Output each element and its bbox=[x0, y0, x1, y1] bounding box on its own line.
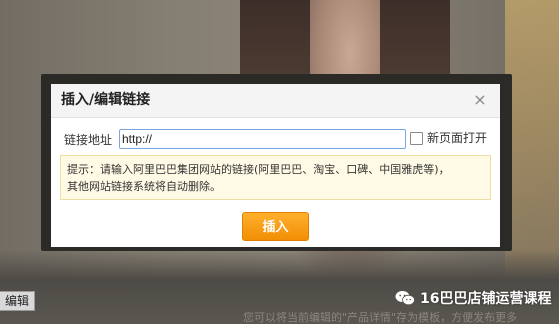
edit-button[interactable]: 编辑 bbox=[0, 291, 35, 311]
insert-link-dialog: 插入/编辑链接 × 链接地址 新页面打开 提示：请输入阿里巴巴集团网站的链接(阿… bbox=[51, 84, 500, 247]
wechat-icon bbox=[395, 290, 415, 306]
link-url-input[interactable] bbox=[119, 129, 406, 149]
tip-text-line: 提示：请输入阿里巴巴集团网站的链接(阿里巴巴、淘宝、口碑、中国雅虎等)， bbox=[67, 163, 450, 176]
watermark-text: 16巴巴店铺运营课程 bbox=[420, 291, 552, 307]
tip-box: 提示：请输入阿里巴巴集团网站的链接(阿里巴巴、淘宝、口碑、中国雅虎等)， 其他网… bbox=[60, 155, 491, 200]
template-hint-text: 您可以将当前编辑的"产品详情"存为模板，方便发布更多 bbox=[243, 311, 518, 324]
watermark: 16巴巴店铺运营课程 bbox=[395, 287, 551, 309]
dialog-header: 插入/编辑链接 × bbox=[51, 84, 500, 118]
close-icon[interactable]: × bbox=[472, 92, 488, 108]
new-window-checkbox[interactable] bbox=[410, 132, 423, 145]
insert-button[interactable]: 插入 bbox=[242, 212, 309, 241]
dialog-title: 插入/编辑链接 bbox=[61, 92, 151, 108]
screen: 编辑 您可以将当前编辑的"产品详情"存为模板，方便发布更多 16巴巴店铺运营课程… bbox=[0, 0, 559, 324]
new-window-label[interactable]: 新页面打开 bbox=[427, 130, 487, 146]
link-address-label: 链接地址 bbox=[64, 133, 113, 147]
tip-text-line: 其他网站链接系统将自动删除。 bbox=[67, 180, 221, 193]
